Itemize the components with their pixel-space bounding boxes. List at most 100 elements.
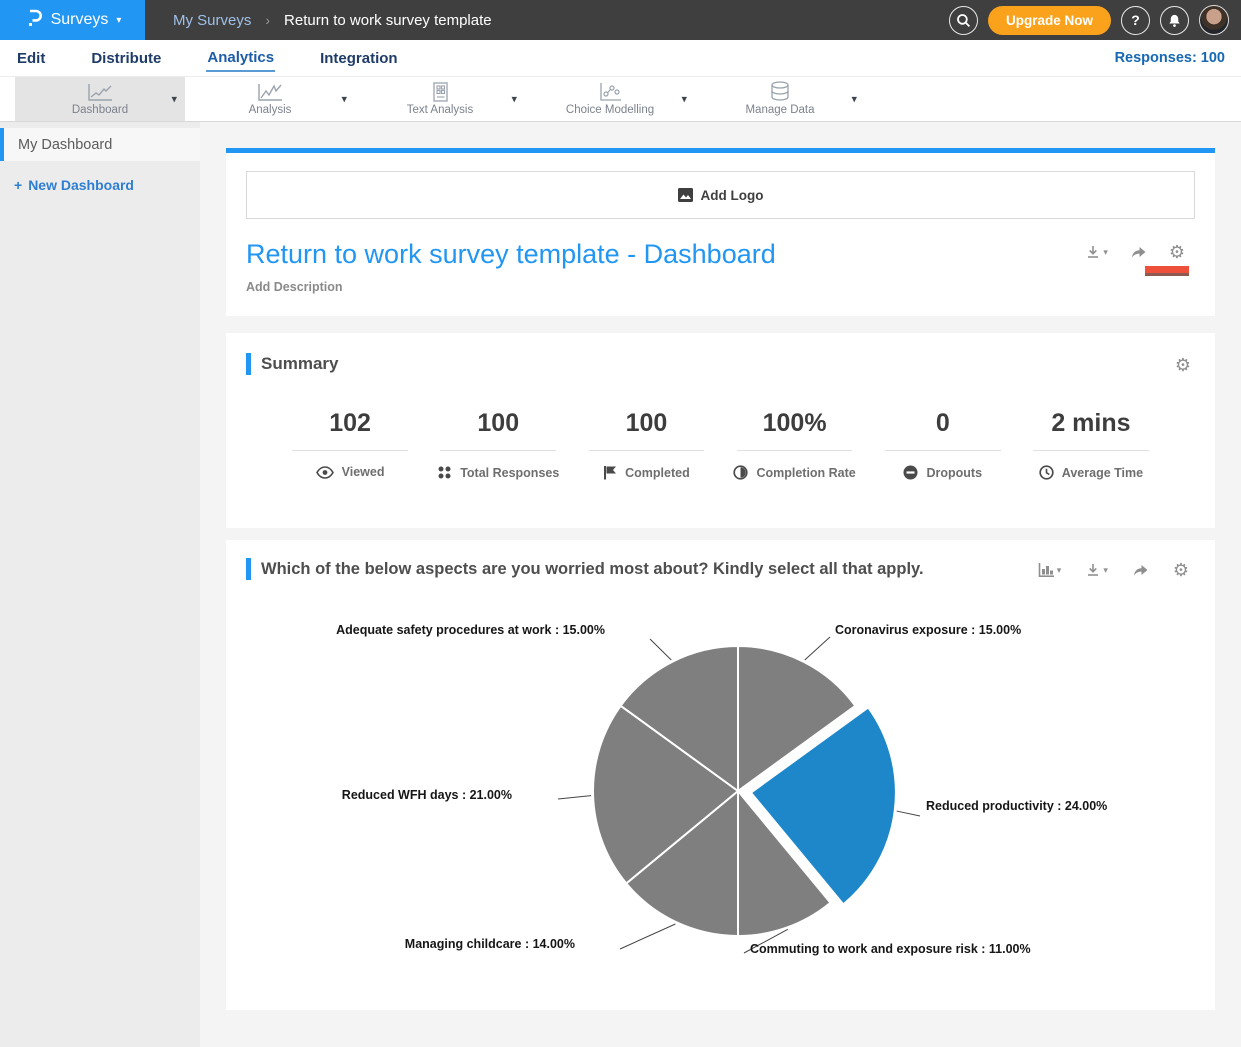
annotation-highlight [1145,266,1189,273]
product-name: Surveys [51,11,109,29]
sidebar-item-my-dashboard[interactable]: My Dashboard [0,128,200,161]
question-title: Which of the below aspects are you worri… [261,560,924,579]
tab-edit[interactable]: Edit [16,46,46,71]
avatar[interactable] [1199,5,1229,35]
summary-card: Summary ⚙ 102 Viewed 100 Tot [226,333,1215,528]
toolbar-dashboard[interactable]: Dashboard ▾ [15,77,185,121]
chevron-down-icon: ▾ [1103,565,1108,576]
pie-chart-area: Coronavirus exposure : 15.00% Reduced pr… [246,588,1195,1000]
chevron-down-icon: ▾ [1057,565,1062,576]
new-dashboard-button[interactable]: + New Dashboard [14,177,200,193]
new-dashboard-label: New Dashboard [28,177,134,193]
dashboard-header-card: Add Logo Return to work survey template … [226,148,1215,316]
stat-total-responses: 100 Total Responses [424,409,572,480]
toolbar-manage-data[interactable]: Manage Data ▾ [695,77,865,121]
pie-label: Reduced productivity : 24.00% [926,799,1107,813]
text-analysis-icon [430,82,450,102]
add-description-button[interactable]: Add Description [246,280,1195,294]
analytics-toolbar: Dashboard ▾ Analysis ▾ Text Analysis ▾ C… [0,76,1241,122]
stat-dropouts: 0 Dropouts [869,409,1017,480]
chevron-down-icon[interactable]: ▾ [681,93,687,106]
toolbar-text-analysis[interactable]: Text Analysis ▾ [355,77,525,121]
breadcrumb: My Surveys › Return to work survey templ… [173,12,492,29]
notifications-button[interactable] [1160,6,1189,35]
search-button[interactable] [949,6,978,35]
dots-grid-icon [437,465,452,480]
scatter-chart-icon [598,82,622,102]
stat-value: 100 [477,409,519,438]
chevron-down-icon[interactable]: ▾ [851,93,857,106]
toolbar-dashboard-label: Dashboard [72,104,128,116]
question-settings-button[interactable]: ⚙ [1173,562,1189,578]
survey-nav: Edit Distribute Analytics Integration Re… [0,40,1241,76]
toolbar-analysis-label: Analysis [249,104,292,116]
main-content: Add Logo Return to work survey template … [200,122,1241,1047]
product-switcher[interactable]: Surveys ▾ [0,0,145,40]
stat-value: 102 [329,409,371,438]
pie-leader-line [620,924,675,949]
add-logo-label: Add Logo [701,188,764,203]
download-icon [1085,562,1101,578]
line-chart-icon [87,82,113,102]
stat-viewed: 102 Viewed [276,409,424,480]
toolbar-choice-modelling[interactable]: Choice Modelling ▾ [525,77,695,121]
stat-value: 2 mins [1051,409,1130,438]
share-icon [1132,562,1149,578]
database-icon [769,82,791,102]
responses-count[interactable]: Responses: 100 [1115,50,1225,66]
pie-label: Commuting to work and exposure risk : 11… [750,942,1031,956]
clock-icon [1039,465,1054,480]
toolbar-analysis[interactable]: Analysis ▾ [185,77,355,121]
breadcrumb-my-surveys[interactable]: My Surveys [173,12,251,29]
chart-type-button[interactable]: ▾ [1038,562,1062,578]
share-button[interactable] [1130,244,1147,260]
analysis-chart-icon [257,82,283,102]
tab-analytics[interactable]: Analytics [206,45,275,72]
stat-value: 100 [626,409,668,438]
pie-leader-line [805,637,830,660]
settings-button[interactable]: ⚙ [1169,244,1185,260]
summary-title: Summary [261,354,338,374]
pie-leader-line [558,796,591,799]
tab-distribute[interactable]: Distribute [90,46,162,71]
stat-label: Total Responses [460,466,559,480]
half-circle-icon [733,465,748,480]
help-button[interactable]: ? [1121,6,1150,35]
chevron-down-icon[interactable]: ▾ [511,93,517,106]
pie-label: Reduced WFH days : 21.00% [342,788,512,802]
pie-label: Coronavirus exposure : 15.00% [835,623,1021,637]
pie-label: Managing childcare : 14.00% [405,937,575,951]
stat-average-time: 2 mins Average Time [1017,409,1165,480]
image-icon [678,188,693,202]
plus-icon: + [14,177,22,193]
pie-label: Adequate safety procedures at work : 15.… [336,623,605,637]
upgrade-now-button[interactable]: Upgrade Now [988,6,1111,35]
dashboard-title[interactable]: Return to work survey template - Dashboa… [246,239,1045,270]
stat-label: Average Time [1062,466,1143,480]
tab-integration[interactable]: Integration [319,46,399,71]
breadcrumb-current: Return to work survey template [284,12,492,29]
download-button[interactable]: ▾ [1085,244,1108,260]
share-icon [1130,244,1147,260]
search-icon [956,13,971,28]
question-share-button[interactable] [1132,562,1149,578]
pie-leader-line [650,639,671,660]
download-icon [1085,244,1101,260]
questionpro-logo-icon [24,7,43,33]
stat-value: 100% [763,409,827,438]
stat-label: Viewed [342,465,385,479]
stat-value: 0 [936,409,950,438]
bell-icon [1167,13,1182,28]
add-logo-button[interactable]: Add Logo [246,171,1195,219]
flag-icon [603,465,617,480]
stat-label: Completed [625,466,690,480]
chevron-down-icon[interactable]: ▾ [341,93,347,106]
summary-stats: 102 Viewed 100 Total Responses [246,409,1195,480]
minus-circle-icon [903,465,918,480]
bar-chart-icon [1038,562,1055,578]
stat-completed: 100 Completed [572,409,720,480]
question-download-button[interactable]: ▾ [1085,562,1108,578]
chevron-down-icon[interactable]: ▾ [171,93,177,106]
summary-settings-button[interactable]: ⚙ [1175,357,1191,373]
chevron-down-icon: ▾ [116,15,121,26]
